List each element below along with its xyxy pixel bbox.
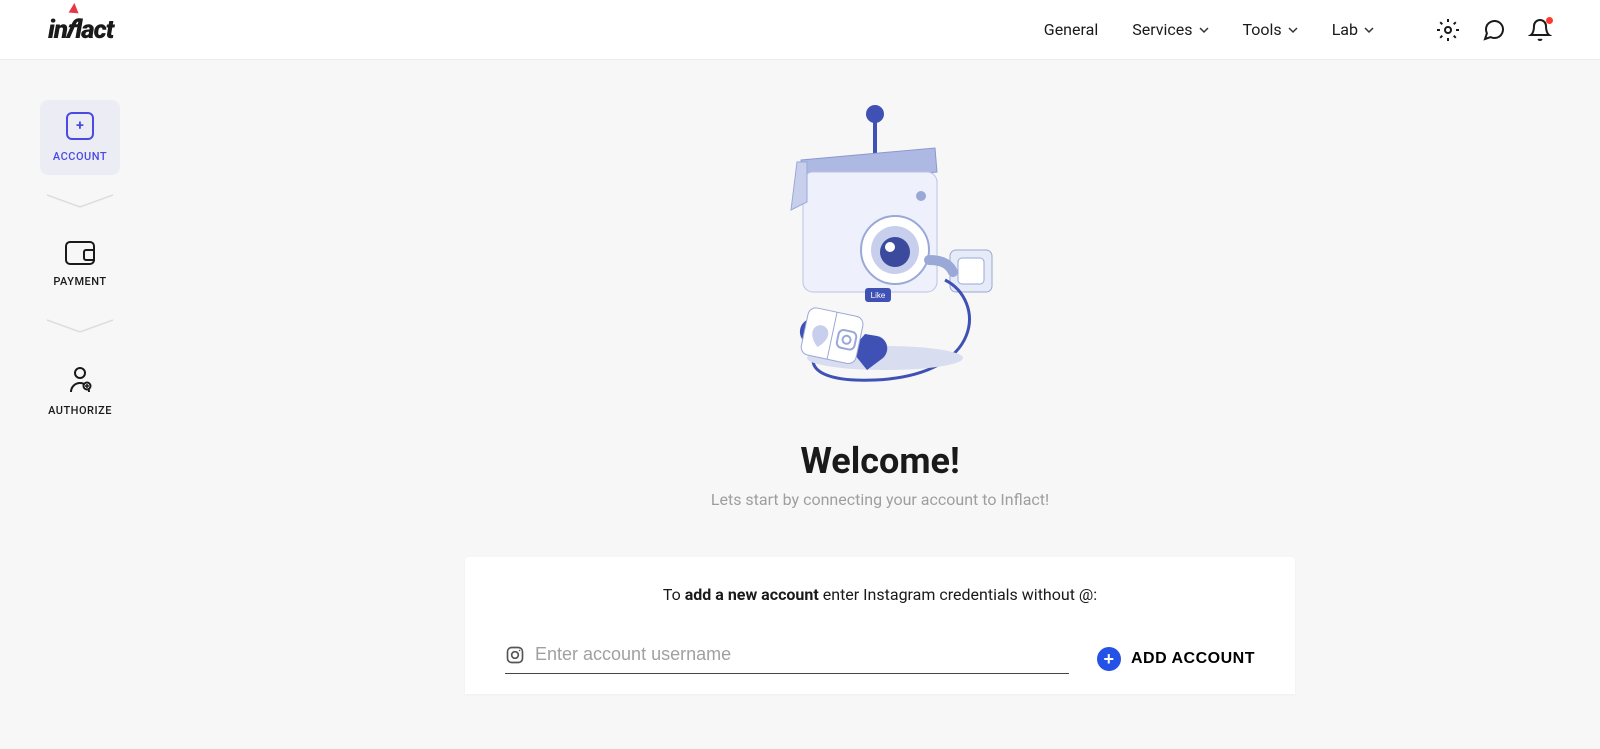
add-button-label: ADD ACCOUNT: [1131, 650, 1255, 668]
plus-box-icon: +: [66, 112, 94, 140]
chevron-down-icon: [1364, 25, 1374, 35]
nav-label: Tools: [1243, 20, 1282, 39]
sidebar-item-label: AUTHORIZE: [48, 404, 112, 417]
add-account-card: To add a new account enter Instagram cre…: [465, 557, 1295, 694]
instruction-prefix: To: [663, 585, 685, 604]
chat-icon: [1482, 18, 1506, 42]
sidebar-item-authorize[interactable]: AUTHORIZE: [40, 354, 120, 429]
brand-logo[interactable]: inflact: [48, 15, 113, 45]
nav-services[interactable]: Services: [1132, 20, 1208, 39]
header-icons: [1436, 18, 1552, 42]
chat-button[interactable]: [1482, 18, 1506, 42]
page-subtitle: Lets start by connecting your account to…: [711, 490, 1049, 509]
nav-general[interactable]: General: [1044, 20, 1098, 39]
sidebar: + ACCOUNT PAYMENT AUTHORIZE: [40, 100, 120, 429]
instruction-bold: add a new account: [685, 585, 819, 604]
card-instruction: To add a new account enter Instagram cre…: [505, 585, 1255, 604]
add-account-button[interactable]: + ADD ACCOUNT: [1097, 647, 1255, 671]
page-title: Welcome!: [800, 440, 959, 482]
nav-label: Services: [1132, 20, 1192, 39]
sidebar-item-account[interactable]: + ACCOUNT: [40, 100, 120, 175]
svg-text:Like: Like: [871, 291, 886, 300]
chevron-down-icon: [1288, 25, 1298, 35]
plus-circle-icon: +: [1097, 647, 1121, 671]
chevron-down-icon: [1199, 25, 1209, 35]
wallet-icon: [65, 241, 95, 265]
nav-tools[interactable]: Tools: [1243, 20, 1298, 39]
username-input-wrap: [505, 644, 1069, 674]
gear-icon: [1436, 18, 1460, 42]
connector-chevron-icon: [45, 318, 115, 336]
card-row: + ADD ACCOUNT: [505, 644, 1255, 674]
header-nav: General Services Tools Lab: [1044, 18, 1552, 42]
logo-flame-icon: [69, 2, 80, 13]
username-input[interactable]: [535, 644, 1069, 665]
person-plus-icon: [68, 366, 92, 394]
settings-button[interactable]: [1436, 18, 1460, 42]
sidebar-item-label: PAYMENT: [53, 275, 106, 288]
main-content: Like Welcome! Lets start by connecting y…: [160, 60, 1600, 694]
sidebar-item-payment[interactable]: PAYMENT: [40, 229, 120, 300]
nav-label: Lab: [1332, 20, 1358, 39]
sidebar-item-label: ACCOUNT: [53, 150, 107, 163]
nav-lab[interactable]: Lab: [1332, 20, 1374, 39]
robot-illustration: Like: [735, 100, 1025, 410]
instruction-suffix: enter Instagram credentials without @:: [819, 585, 1097, 604]
notifications-button[interactable]: [1528, 18, 1552, 42]
instagram-icon: [505, 645, 525, 665]
top-header: inflact General Services Tools Lab: [0, 0, 1600, 60]
notification-dot: [1546, 17, 1553, 24]
connector-chevron-icon: [45, 193, 115, 211]
nav-label: General: [1044, 20, 1098, 39]
